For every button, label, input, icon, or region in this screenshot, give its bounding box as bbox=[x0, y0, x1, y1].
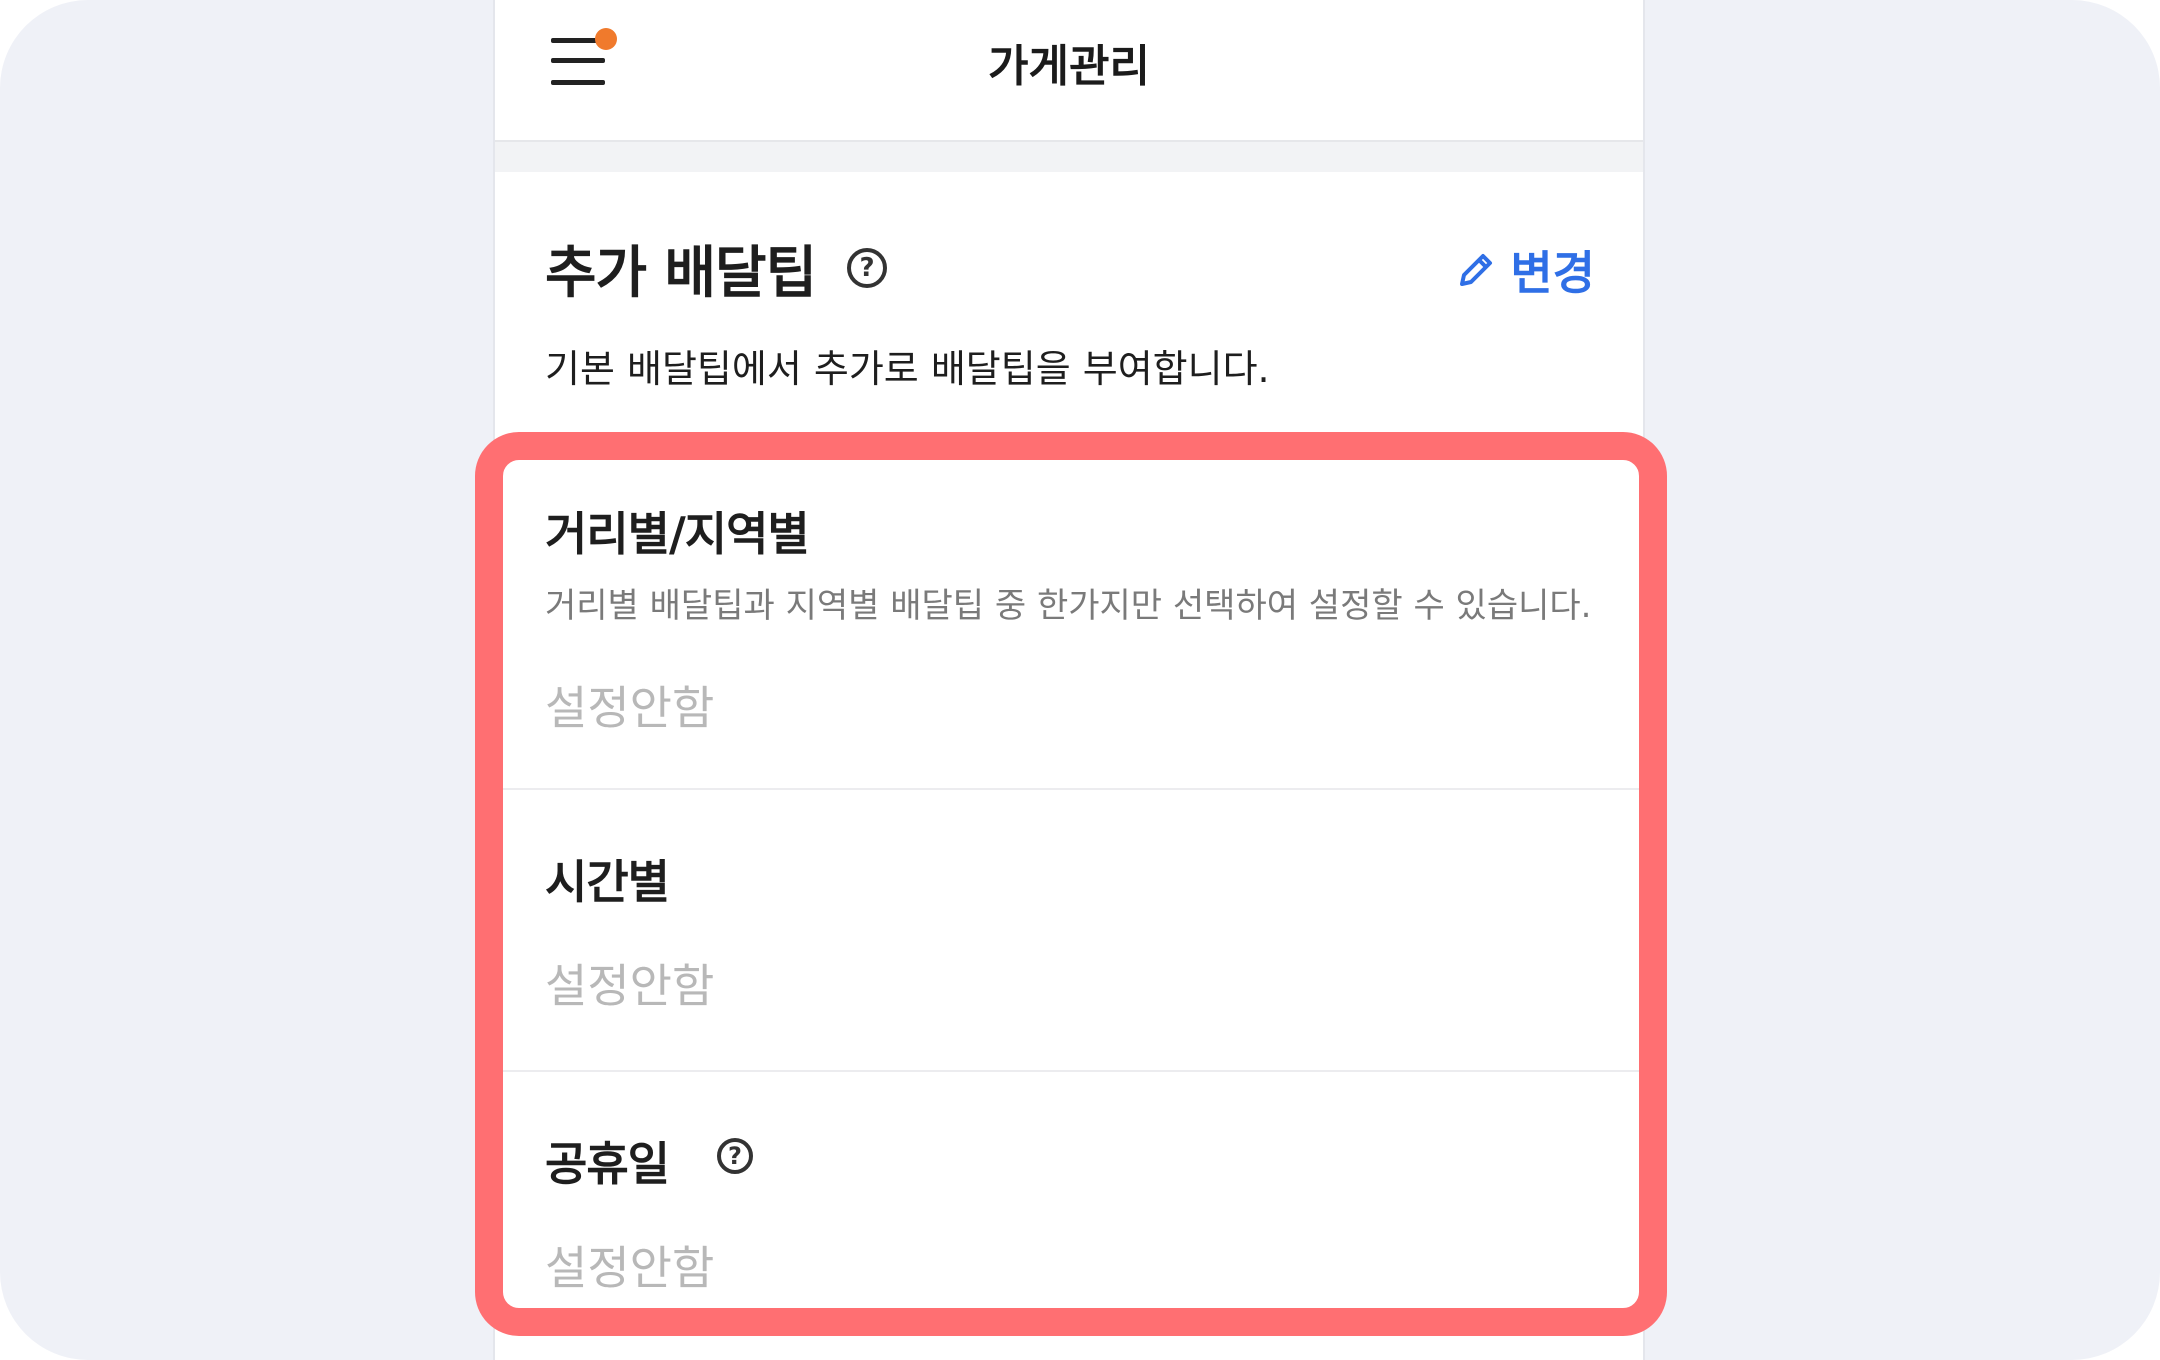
section-divider bbox=[495, 142, 1643, 172]
setting-value: 설정안함 bbox=[545, 959, 715, 1013]
setting-title: 거리별/지역별 bbox=[545, 507, 810, 561]
setting-title: 공휴일 bbox=[545, 1137, 670, 1191]
section-description: 기본 배달팁에서 추가로 배달팁을 부여합니다. bbox=[545, 347, 1270, 391]
setting-value: 설정안함 bbox=[545, 1241, 715, 1295]
setting-title: 시간별 bbox=[545, 855, 670, 909]
app-screen: 가게관리 추가 배달팁 ? 변경 기본 배달팁에서 추가로 배달팁을 부여합니다… bbox=[475, 0, 1667, 1360]
edit-label: 변경 bbox=[1510, 246, 1595, 300]
setting-description: 거리별 배달팁과 지역별 배달팁 중 한가지만 선택하여 설정할 수 있습니다. bbox=[545, 586, 1592, 626]
edit-button[interactable]: 변경 bbox=[1454, 240, 1595, 300]
page-title: 가게관리 bbox=[988, 41, 1150, 92]
question-circle-icon[interactable]: ? bbox=[847, 248, 887, 288]
top-bar: 가게관리 bbox=[495, 0, 1643, 142]
setting-row-time[interactable]: 시간별 설정안함 bbox=[503, 790, 1639, 1072]
setting-row-distance-region[interactable]: 거리별/지역별 거리별 배달팁과 지역별 배달팁 중 한가지만 선택하여 설정할… bbox=[503, 460, 1639, 790]
section-title: 추가 배달팁 bbox=[545, 241, 817, 306]
pencil-icon bbox=[1460, 254, 1493, 286]
question-circle-icon[interactable]: ? bbox=[717, 1138, 753, 1174]
screenshot-frame: 가게관리 추가 배달팁 ? 변경 기본 배달팁에서 추가로 배달팁을 부여합니다… bbox=[0, 0, 2160, 1360]
highlighted-settings-panel: 거리별/지역별 거리별 배달팁과 지역별 배달팁 중 한가지만 선택하여 설정할… bbox=[475, 432, 1667, 1336]
setting-row-holiday[interactable]: 공휴일 ? 설정안함 bbox=[503, 1072, 1639, 1308]
setting-value: 설정안함 bbox=[545, 681, 715, 735]
